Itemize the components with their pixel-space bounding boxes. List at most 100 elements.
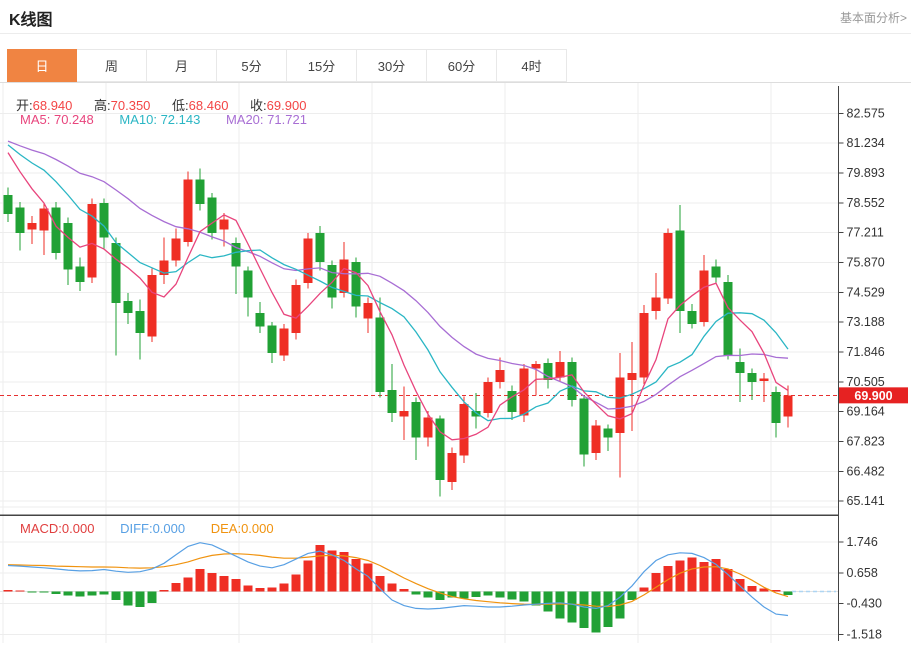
candle[interactable] — [772, 392, 781, 423]
macd-bar — [496, 592, 505, 598]
high-pair: 高:70.350 — [94, 98, 150, 113]
candle[interactable] — [424, 418, 433, 438]
candle[interactable] — [496, 370, 505, 382]
candle[interactable] — [664, 233, 673, 299]
macd-bar — [40, 592, 49, 593]
tab-30分[interactable]: 30分 — [357, 49, 427, 82]
macd-bar — [52, 592, 61, 594]
macd-bar — [388, 584, 397, 592]
candle[interactable] — [592, 425, 601, 453]
macd-bar — [160, 590, 169, 591]
tab-60分[interactable]: 60分 — [427, 49, 497, 82]
low-value: 68.460 — [189, 98, 229, 113]
candle[interactable] — [364, 303, 373, 319]
candle[interactable] — [16, 207, 25, 233]
macd-bar — [28, 592, 37, 593]
candle[interactable] — [400, 411, 409, 417]
macd-bar — [172, 583, 181, 591]
candle[interactable] — [448, 453, 457, 482]
axis-label: 1.746 — [847, 535, 878, 549]
candle[interactable] — [460, 404, 469, 455]
macd-bar — [4, 590, 13, 592]
candle[interactable] — [40, 208, 49, 230]
page-title: K线图 — [9, 6, 53, 30]
macd-bar — [256, 588, 265, 591]
candle[interactable] — [208, 197, 217, 233]
tab-日[interactable]: 日 — [7, 49, 77, 82]
candle[interactable] — [256, 313, 265, 326]
candle[interactable] — [628, 373, 637, 380]
candle[interactable] — [124, 301, 133, 313]
candle[interactable] — [340, 260, 349, 293]
candle[interactable] — [604, 429, 613, 438]
candle[interactable] — [328, 265, 337, 297]
ma5-readout: MA5: 70.248 — [20, 112, 94, 127]
ma20-readout: MA20: 71.721 — [226, 112, 307, 127]
candle[interactable] — [148, 275, 157, 336]
candle[interactable] — [748, 373, 757, 382]
candle[interactable] — [760, 379, 769, 381]
macd-bar — [100, 592, 109, 595]
candle[interactable] — [712, 266, 721, 277]
macd-bar — [676, 560, 685, 591]
candle[interactable] — [280, 329, 289, 356]
candle[interactable] — [244, 271, 253, 298]
macd-bar — [400, 589, 409, 591]
axis-label: 71.846 — [847, 345, 885, 359]
candle[interactable] — [508, 391, 517, 412]
axis-label: 77.211 — [847, 226, 884, 240]
macd-bar — [460, 592, 469, 599]
candle[interactable] — [580, 399, 589, 455]
candle[interactable] — [100, 203, 109, 237]
candle[interactable] — [172, 238, 181, 260]
kline-chart[interactable]: 82.57581.23479.89378.55277.21175.87074.5… — [0, 83, 911, 645]
candle[interactable] — [76, 266, 85, 282]
candle[interactable] — [184, 179, 193, 241]
tab-5分[interactable]: 5分 — [217, 49, 287, 82]
macd-bar — [580, 592, 589, 629]
candle[interactable] — [568, 362, 577, 400]
tab-月[interactable]: 月 — [147, 49, 217, 82]
candle[interactable] — [136, 311, 145, 333]
macd-bar — [784, 592, 793, 595]
macd-bar — [688, 558, 697, 592]
candle[interactable] — [736, 362, 745, 373]
candle[interactable] — [640, 313, 649, 378]
candle[interactable] — [292, 285, 301, 333]
candle[interactable] — [352, 262, 361, 307]
macd-bar — [208, 573, 217, 591]
macd-bar — [340, 552, 349, 592]
candle[interactable] — [412, 402, 421, 438]
candle[interactable] — [316, 233, 325, 262]
candle[interactable] — [52, 207, 61, 253]
macd-bar — [88, 592, 97, 596]
candle[interactable] — [4, 195, 13, 214]
candle[interactable] — [268, 325, 277, 353]
macd-value-readout: MACD:0.000 — [20, 521, 94, 536]
tab-4时[interactable]: 4时 — [497, 49, 567, 82]
fundamental-analysis-link[interactable]: 基本面分析> — [840, 9, 907, 26]
candle[interactable] — [220, 220, 229, 230]
macd-bar — [268, 587, 277, 591]
candle[interactable] — [652, 297, 661, 310]
macd-bar — [280, 584, 289, 592]
candle[interactable] — [556, 362, 565, 378]
close-value: 69.900 — [267, 98, 307, 113]
candle[interactable] — [688, 311, 697, 324]
candle[interactable] — [724, 282, 733, 355]
interval-tabstrip: 日周月5分15分30分60分4时 — [7, 49, 567, 82]
candle[interactable] — [196, 179, 205, 203]
candle[interactable] — [616, 378, 625, 434]
candle[interactable] — [28, 223, 37, 230]
candle[interactable] — [388, 390, 397, 413]
candle[interactable] — [784, 395, 793, 416]
macd-bar — [484, 592, 493, 596]
candle[interactable] — [112, 243, 121, 303]
tab-15分[interactable]: 15分 — [287, 49, 357, 82]
tab-周[interactable]: 周 — [77, 49, 147, 82]
candle[interactable] — [700, 271, 709, 322]
candle[interactable] — [64, 223, 73, 270]
candle[interactable] — [484, 382, 493, 413]
candle[interactable] — [676, 231, 685, 311]
candle[interactable] — [376, 317, 385, 392]
